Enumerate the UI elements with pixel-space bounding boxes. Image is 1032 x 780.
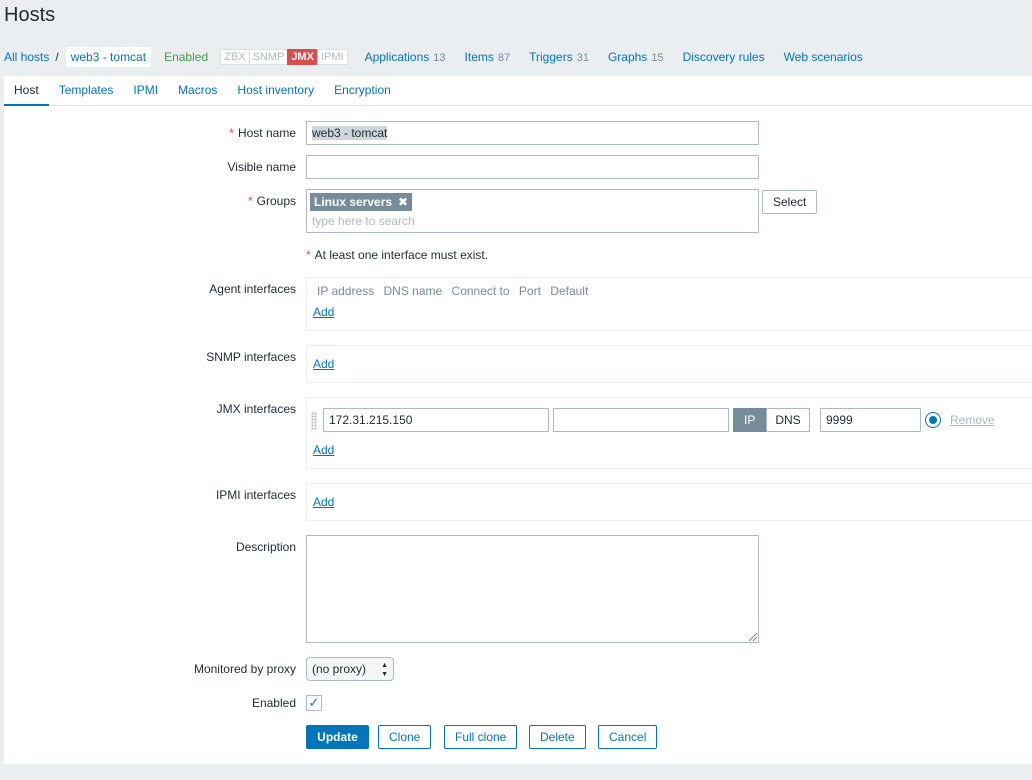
update-button[interactable]: Update — [306, 725, 369, 749]
snmp-interface-add-link[interactable]: Add — [313, 357, 334, 371]
ipmi-interface-add-link[interactable]: Add — [313, 495, 334, 509]
graphs-link-label[interactable]: Graphs — [608, 50, 647, 64]
tab-templates[interactable]: Templates — [59, 76, 114, 106]
discovery-rules-link[interactable]: Discovery rules — [683, 50, 765, 64]
host-name-label-text: Host name — [237, 126, 296, 140]
header-ip-address: IP address — [317, 284, 375, 298]
visible-name-label: Visible name — [227, 160, 296, 174]
jmx-availability: JMX — [287, 49, 318, 65]
items-link[interactable]: Items 87 — [465, 50, 511, 64]
items-count: 87 — [497, 52, 511, 64]
description-label: Description — [235, 540, 296, 554]
proxy-select[interactable]: (no proxy) ▲ ▼ — [306, 657, 394, 681]
applications-link-label[interactable]: Applications — [365, 50, 430, 64]
jmx-ip-input[interactable]: 172.31.215.150 — [323, 408, 549, 432]
agent-interfaces-label: Agent interfaces — [209, 282, 296, 296]
connect-to-dns-option[interactable]: DNS — [766, 408, 810, 432]
group-chip-label: Linux servers — [314, 195, 393, 209]
zbx-availability: ZBX — [220, 49, 250, 65]
jmx-dns-input[interactable] — [553, 408, 729, 432]
availability-indicators: ZBX SNMP JMX IPMI — [220, 49, 348, 65]
current-host-link[interactable]: web3 - tomcat — [64, 46, 153, 68]
jmx-interfaces-panel: 172.31.215.150 IP DNS 9999 Remove Add — [306, 397, 1032, 469]
tab-host-inventory[interactable]: Host inventory — [237, 76, 314, 106]
full-clone-button[interactable]: Full clone — [444, 725, 518, 749]
resize-handle-icon[interactable] — [749, 633, 757, 641]
drag-handle-icon[interactable] — [311, 412, 317, 430]
enabled-checkbox[interactable]: ✓ — [306, 695, 322, 711]
chevron-updown-icon: ▲ ▼ — [381, 662, 388, 678]
host-form: * Host name web3 - tomcat Visible name * G… — [4, 106, 1032, 764]
snmp-interfaces-label: SNMP interfaces — [206, 350, 296, 364]
description-textarea[interactable] — [306, 535, 759, 643]
groups-search-input[interactable]: type here to search — [312, 214, 415, 228]
items-link-label[interactable]: Items — [465, 50, 494, 64]
jmx-connect-to-toggle: IP DNS — [733, 408, 810, 432]
host-status-enabled[interactable]: Enabled — [164, 50, 208, 64]
host-name-value: web3 - tomcat — [312, 126, 388, 140]
applications-count: 13 — [433, 52, 446, 64]
host-name-label: * Host name — [229, 126, 296, 140]
checkmark-icon: ✓ — [308, 695, 320, 710]
web-scenarios-link[interactable]: Web scenarios — [784, 50, 863, 64]
agent-interfaces-header: IP address DNS name Connect to Port Defa… — [317, 284, 594, 298]
header-port: Port — [518, 284, 541, 298]
groups-multiselect[interactable]: Linux servers ✖ type here to search — [306, 189, 759, 233]
enabled-label: Enabled — [251, 696, 296, 710]
header-default: Default — [550, 284, 589, 298]
groups-label: * Groups — [248, 194, 296, 208]
ipmi-availability: IPMI — [316, 49, 348, 65]
triggers-link[interactable]: Triggers 31 — [529, 50, 589, 64]
snmp-availability: SNMP — [248, 49, 289, 65]
ipmi-interfaces-panel: Add — [306, 483, 1032, 521]
form-tabs: Host Templates IPMI Macros Host inventor… — [4, 76, 1032, 107]
required-mark: * — [229, 126, 234, 140]
jmx-port-input[interactable]: 9999 — [820, 408, 921, 432]
groups-select-button[interactable]: Select — [762, 190, 818, 214]
group-chip-linux-servers: Linux servers ✖ — [310, 193, 413, 211]
jmx-remove-link[interactable]: Remove — [950, 413, 995, 427]
triggers-link-label[interactable]: Triggers — [529, 50, 573, 64]
host-name-input[interactable]: web3 - tomcat — [306, 121, 759, 145]
triggers-count: 31 — [576, 52, 589, 64]
snmp-interfaces-panel: Add — [306, 345, 1032, 383]
delete-button[interactable]: Delete — [529, 725, 586, 749]
clone-button[interactable]: Clone — [378, 725, 432, 749]
graphs-count: 15 — [651, 52, 664, 64]
tab-encryption[interactable]: Encryption — [334, 76, 391, 106]
header-dns-name: DNS name — [383, 284, 443, 298]
header-connect-to: Connect to — [451, 284, 510, 298]
visible-name-input[interactable] — [306, 155, 759, 179]
agent-interfaces-panel: IP address DNS name Connect to Port Defa… — [306, 277, 1032, 331]
required-mark: * — [247, 194, 253, 208]
proxy-select-value: (no proxy) — [312, 662, 367, 676]
applications-link[interactable]: Applications 13 — [365, 50, 446, 64]
agent-interface-add-link[interactable]: Add — [313, 305, 334, 319]
tab-host[interactable]: Host — [4, 76, 49, 107]
tab-macros[interactable]: Macros — [178, 76, 217, 106]
jmx-interface-add-link[interactable]: Add — [313, 443, 334, 457]
tab-ipmi[interactable]: IPMI — [133, 76, 158, 106]
jmx-default-radio[interactable] — [925, 412, 941, 428]
all-hosts-link[interactable]: All hosts — [4, 50, 49, 64]
web-scenarios-link-label[interactable]: Web scenarios — [784, 50, 863, 64]
proxy-label: Monitored by proxy — [193, 662, 296, 676]
interface-note-text: At least one interface must exist. — [314, 248, 489, 262]
host-navigation: All hosts / web3 - tomcat Enabled ZBX SN… — [0, 42, 1032, 72]
required-mark: * — [306, 248, 311, 262]
connect-to-ip-option[interactable]: IP — [733, 408, 767, 432]
graphs-link[interactable]: Graphs 15 — [608, 50, 664, 64]
ipmi-interfaces-label: IPMI interfaces — [215, 488, 296, 502]
close-icon[interactable]: ✖ — [398, 193, 408, 211]
cancel-button[interactable]: Cancel — [598, 725, 658, 749]
interface-note: * At least one interface must exist. — [306, 248, 488, 262]
breadcrumb-separator: / — [55, 50, 59, 64]
discovery-rules-link-label[interactable]: Discovery rules — [683, 50, 765, 64]
jmx-interfaces-label: JMX interfaces — [216, 402, 296, 416]
groups-label-text: Groups — [256, 194, 296, 208]
page-title: Hosts — [4, 4, 56, 26]
